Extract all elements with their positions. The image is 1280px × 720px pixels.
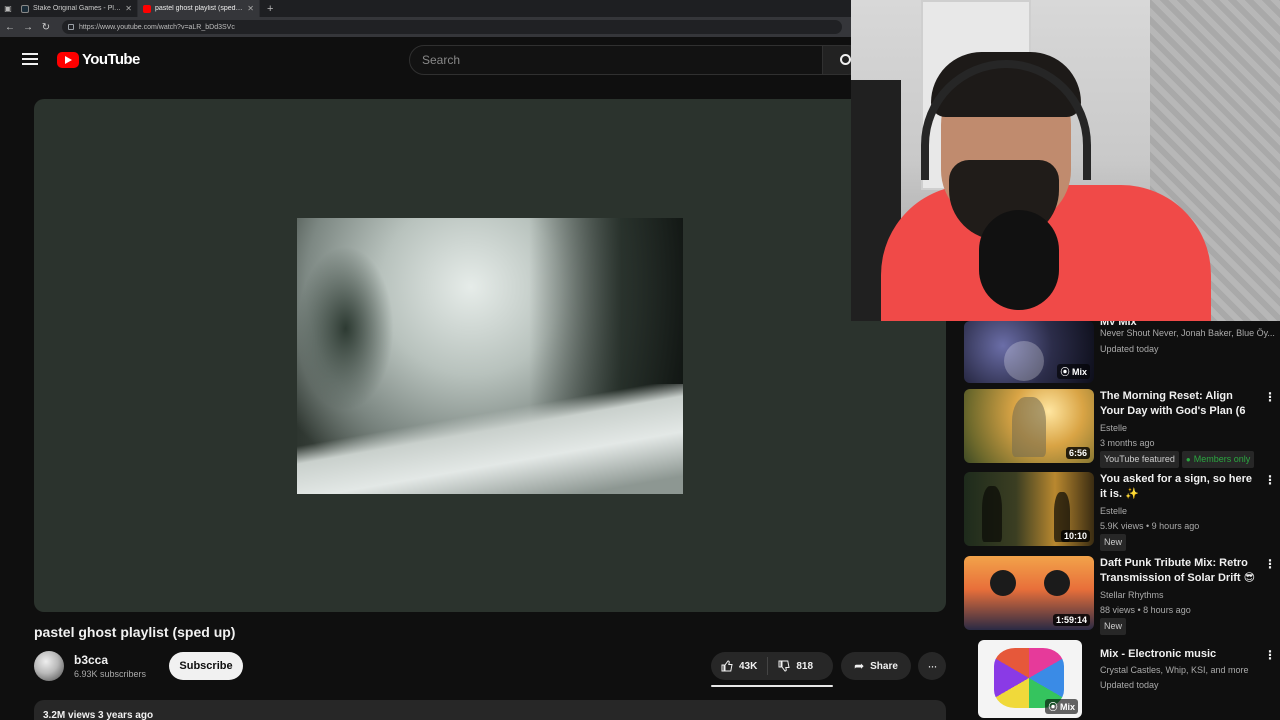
more-actions-button[interactable]: ··· xyxy=(918,652,946,680)
browser-tab-stake[interactable]: Stake Original Games - Play Social ✕ xyxy=(16,0,138,17)
recommendation-channel[interactable]: Estelle xyxy=(1100,504,1127,519)
recommendation-channel: Never Shout Never, Jonah Baker, Blue Öy.… xyxy=(1100,328,1275,338)
new-badge: New xyxy=(1100,534,1127,551)
video-duration: 6:56 xyxy=(1065,447,1090,459)
forward-icon[interactable]: → xyxy=(22,22,34,33)
tab-title: Stake Original Games - Play Social xyxy=(33,5,122,12)
back-icon[interactable]: ← xyxy=(4,22,16,33)
recommendation-item[interactable]: ⦿ Mix My Mix Never Shout Never, Jonah Ba… xyxy=(964,316,1280,385)
logo-text: YouTube xyxy=(82,51,140,68)
description-box[interactable]: 3.2M views 3 years ago xyxy=(34,700,946,720)
recommendation-channel[interactable]: Estelle xyxy=(1100,421,1127,436)
thumbnail-figure xyxy=(982,486,1002,542)
close-tab-icon[interactable]: ✕ xyxy=(125,4,132,13)
recommendation-badges: New xyxy=(1100,534,1129,551)
dislike-button[interactable]: 818 xyxy=(768,652,823,680)
recommendation-stats: 5.9K views • 9 hours ago xyxy=(1100,521,1200,531)
search-icon xyxy=(840,54,851,65)
channel-avatar[interactable] xyxy=(34,651,64,681)
thumbnail-figure xyxy=(1004,341,1044,381)
tab-actions-icon[interactable]: ▣ xyxy=(0,0,16,17)
like-dislike-group: 43K 818 xyxy=(711,652,833,680)
recommendation-item[interactable]: ⦿ Mix Mix - Electronic music ⋮ Crystal C… xyxy=(964,640,1280,718)
video-title: pastel ghost playlist (sped up) xyxy=(34,624,236,640)
recommendation-badges: New xyxy=(1100,618,1129,635)
menu-icon[interactable] xyxy=(22,53,38,65)
site-info-icon[interactable] xyxy=(68,24,74,30)
recommendation-title[interactable]: The Morning Reset: Align Your Day with G… xyxy=(1100,389,1258,419)
video-frame xyxy=(297,218,683,494)
featured-badge: YouTube featured xyxy=(1100,451,1179,468)
search-input[interactable]: Search xyxy=(409,45,823,75)
recommendation-stats: 88 views • 8 hours ago xyxy=(1100,605,1191,615)
more-options-icon[interactable]: ⋮ xyxy=(1264,390,1276,404)
more-options-icon[interactable]: ⋮ xyxy=(1264,648,1276,662)
channel-name[interactable]: b3cca xyxy=(74,653,108,667)
recommendation-channel[interactable]: Stellar Rhythms xyxy=(1100,588,1164,603)
youtube-play-icon xyxy=(57,51,79,68)
video-player[interactable] xyxy=(34,99,946,612)
mix-badge: ⦿ Mix xyxy=(1057,364,1090,379)
more-options-icon[interactable]: ⋮ xyxy=(1264,557,1276,571)
video-thumbnail[interactable]: ⦿ Mix xyxy=(964,321,1094,383)
url-field[interactable]: https://www.youtube.com/watch?v=aLR_bDd3… xyxy=(62,20,842,34)
recommendation-updated: Updated today xyxy=(1100,344,1159,354)
microphone-icon xyxy=(979,210,1059,310)
recommendation-title[interactable]: You asked for a sign, so here it is. ✨ xyxy=(1100,472,1258,502)
video-duration: 10:10 xyxy=(1060,530,1090,542)
recommendation-age: 3 months ago xyxy=(1100,438,1155,448)
mix-badge: ⦿ Mix xyxy=(1045,699,1078,714)
video-duration: 1:59:14 xyxy=(1052,614,1090,626)
dislike-count: 818 xyxy=(796,660,814,672)
recommendation-item[interactable]: 6:56 The Morning Reset: Align Your Day w… xyxy=(964,389,1280,468)
thumbs-up-icon xyxy=(721,660,733,672)
youtube-logo[interactable]: YouTube xyxy=(57,51,140,68)
new-badge: New xyxy=(1100,618,1127,635)
views-and-date: 3.2M views 3 years ago xyxy=(43,710,154,720)
reload-icon[interactable]: ↻ xyxy=(40,22,52,33)
like-count: 43K xyxy=(739,660,758,672)
subscriber-count: 6.93K subscribers xyxy=(74,669,147,679)
share-icon: ➦ xyxy=(854,659,865,673)
mix-label: Mix xyxy=(1059,702,1075,712)
more-options-icon[interactable]: ⋮ xyxy=(1264,473,1276,487)
video-thumbnail[interactable]: ⦿ Mix xyxy=(978,640,1082,718)
thumbs-down-icon xyxy=(778,660,790,672)
browser-tab-youtube[interactable]: pastel ghost playlist (sped up) ✕ xyxy=(138,0,260,17)
video-thumbnail[interactable]: 1:59:14 xyxy=(964,556,1094,630)
search-placeholder: Search xyxy=(422,53,461,67)
recommendation-artists: Crystal Castles, Whip, KSI, and more xyxy=(1100,665,1249,675)
thumbnail-helmet xyxy=(990,570,1016,596)
share-button[interactable]: ➦ Share xyxy=(841,652,911,680)
recommendation-title[interactable]: Daft Punk Tribute Mix: Retro Transmissio… xyxy=(1100,556,1258,586)
thumbnail-helmet xyxy=(1044,570,1070,596)
url-text: https://www.youtube.com/watch?v=aLR_bDd3… xyxy=(79,23,235,31)
webcam-overlay xyxy=(851,0,1280,321)
like-ratio-bar xyxy=(711,685,833,687)
recommendation-item[interactable]: 1:59:14 Daft Punk Tribute Mix: Retro Tra… xyxy=(964,556,1280,635)
like-button[interactable]: 43K xyxy=(711,652,767,680)
video-thumbnail[interactable]: 6:56 xyxy=(964,389,1094,463)
recommendation-item[interactable]: 10:10 You asked for a sign, so here it i… xyxy=(964,472,1280,551)
thumbnail-figure xyxy=(1012,397,1046,457)
stake-favicon-icon xyxy=(21,4,29,13)
new-tab-icon[interactable]: + xyxy=(260,3,280,15)
members-only-badge: Members only xyxy=(1181,451,1255,468)
recommendation-title[interactable]: Mix - Electronic music xyxy=(1100,647,1258,662)
share-label: Share xyxy=(870,660,898,672)
video-scene-road xyxy=(297,383,683,494)
youtube-favicon-icon xyxy=(143,4,151,13)
tab-title: pastel ghost playlist (sped up) xyxy=(155,5,244,12)
recommendation-badges: YouTube featuredMembers only xyxy=(1100,451,1257,468)
subscribe-button[interactable]: Subscribe xyxy=(169,652,243,680)
close-tab-icon[interactable]: ✕ xyxy=(247,4,254,13)
recommendation-updated: Updated today xyxy=(1100,680,1159,690)
mix-label: Mix xyxy=(1071,367,1087,377)
video-thumbnail[interactable]: 10:10 xyxy=(964,472,1094,546)
